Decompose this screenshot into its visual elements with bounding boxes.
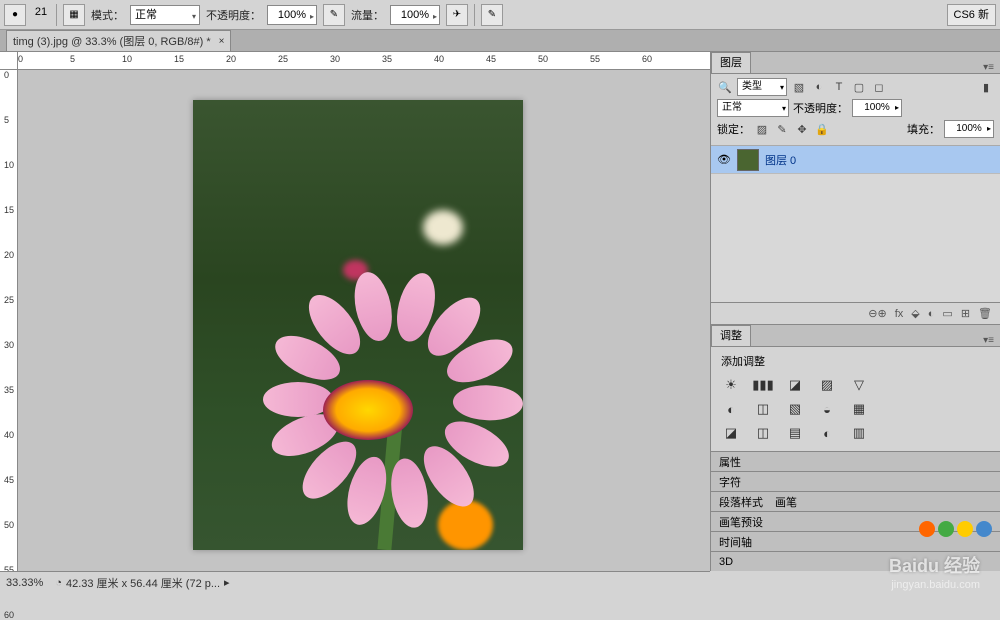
share-icon [938,521,954,537]
watermark-url: jingyan.baidu.com [891,579,980,591]
layer-action-icon[interactable]: fx [895,308,904,320]
document-canvas[interactable] [193,100,523,550]
filter-type-select[interactable]: 类型 [737,78,787,96]
share-icon [976,521,992,537]
adjustment-icon[interactable]: ◐ [721,400,741,418]
canvas-viewport[interactable] [18,70,710,571]
shape-filter-icon[interactable]: ▢ [851,79,867,95]
lock-position-icon[interactable]: ✥ [794,121,810,137]
doc-size-info[interactable]: ◔ 42.33 厘米 x 56.44 厘米 (72 p... ▸ [55,575,229,591]
share-icon [957,521,973,537]
divider [56,4,57,26]
search-icon[interactable]: 🔍 [717,79,733,95]
layer-action-icon[interactable]: ⬙ [911,307,919,320]
mode-label: 模式： [91,7,124,23]
tab-layers[interactable]: 图层 [711,52,751,73]
type-filter-icon[interactable]: T [831,79,847,95]
fill-label: 填充： [907,121,940,137]
layer-list: 👁 图层 0 [711,146,1000,302]
layers-panel-tabs: 图层 ▾≡ [711,52,1000,74]
watermark-brand: Baidu 经验 [889,552,980,578]
lock-pixels-icon[interactable]: ✎ [774,121,790,137]
image-detail [423,210,463,245]
adjustment-icon[interactable]: ◒ [817,400,837,418]
canvas-region: 051015202530354045505560 051015202530354… [0,52,710,571]
adjust-filter-icon[interactable]: ◐ [811,79,827,95]
adjustment-icon[interactable]: ▥ [849,424,869,442]
brush-size[interactable]: 21 [32,6,50,24]
ruler-origin[interactable] [0,52,18,70]
adjustment-icon[interactable]: ▤ [785,424,805,442]
pressure-size-icon[interactable]: ✎ [481,4,503,26]
lock-transparent-icon[interactable]: ▨ [754,121,770,137]
tab-title: timg (3).jpg @ 33.3% (图层 0, RGB/8#) * [13,33,211,49]
layer-action-icon[interactable]: 🗑 [978,307,992,320]
adjustment-icon[interactable]: ◐ [817,424,837,442]
image-flower-center [323,380,413,440]
adjust-title: 添加调整 [721,353,990,369]
adjustment-icon[interactable]: ◫ [753,424,773,442]
smart-filter-icon[interactable]: ◻ [871,79,887,95]
layer-row[interactable]: 👁 图层 0 [711,146,1000,174]
visibility-icon[interactable]: 👁 [717,153,731,167]
ruler-vertical[interactable]: 051015202530354045505560 [0,70,18,571]
flow-label: 流量： [351,7,384,23]
options-bar: ● 21 ▦ 模式： 正常 不透明度： 100% ✎ 流量： 100% ✈ ✎ … [0,0,1000,30]
opacity-label: 不透明度： [206,7,261,23]
pixel-filter-icon[interactable]: ▧ [791,79,807,95]
adjustment-icon[interactable]: ▽ [849,376,869,394]
adjustment-icon[interactable]: ▨ [817,376,837,394]
info-icon: ◔ [55,577,62,589]
layer-opacity-input[interactable]: 100% [852,99,902,117]
layer-name[interactable]: 图层 0 [765,152,796,168]
fill-input[interactable]: 100% [944,120,994,138]
layer-opacity-label: 不透明度： [793,100,848,116]
layer-action-icon[interactable]: ▭ [942,307,952,320]
layers-controls: 🔍 类型 ▧ ◐ T ▢ ◻ ▮ 正常 不透明度： 100% 锁定： ▨ ✎ ✥… [711,74,1000,146]
adjustment-icon[interactable]: ▦ [849,400,869,418]
toggle-panel-icon[interactable]: ▦ [63,4,85,26]
brush-preview[interactable]: ● [4,4,26,26]
tab-properties[interactable]: 属性 [711,451,1000,471]
adjustment-icon[interactable]: ☀ [721,376,741,394]
tab-character[interactable]: 字符 [711,471,1000,491]
panels-column: 图层 ▾≡ 🔍 类型 ▧ ◐ T ▢ ◻ ▮ 正常 不透明度： 100% 锁定：… [710,52,1000,571]
layers-footer: ⊖⊕ fx ⬙ ◐ ▭ ⊞ 🗑 [711,302,1000,324]
share-icon [919,521,935,537]
image-detail [438,500,493,550]
adjustment-icon[interactable]: ◫ [753,400,773,418]
tab-adjustments[interactable]: 调整 [711,325,751,346]
blend-mode-select[interactable]: 正常 [130,5,200,25]
zoom-level[interactable]: 33.33% [6,577,43,589]
layer-blend-select[interactable]: 正常 [717,99,789,117]
pressure-opacity-icon[interactable]: ✎ [323,4,345,26]
panel-menu-icon[interactable]: ▾≡ [977,335,1000,346]
flow-input[interactable]: 100% [390,5,440,25]
divider [474,4,475,26]
adjustment-icon[interactable]: ◪ [785,376,805,394]
ruler-horizontal[interactable]: 051015202530354045505560 [18,52,710,70]
airbrush-icon[interactable]: ✈ [446,4,468,26]
status-bar: 33.33% ◔ 42.33 厘米 x 56.44 厘米 (72 p... ▸ [0,571,710,593]
adjustments-panel: 调整 ▾≡ 添加调整 ☀ ▮▮▮ ◪ ▨ ▽ ◐ ◫ ▧ ◒ ▦ ◪ ◫ ▤ ◐ ▥ [711,324,1000,451]
adjustment-icon[interactable]: ▮▮▮ [753,376,773,394]
opacity-input[interactable]: 100% [267,5,317,25]
cs6-button[interactable]: CS6 新 [947,4,996,26]
document-tab[interactable]: timg (3).jpg @ 33.3% (图层 0, RGB/8#) * × [6,30,231,51]
workspace: 051015202530354045505560 051015202530354… [0,52,1000,571]
panel-menu-icon[interactable]: ▾≡ [977,62,1000,73]
layer-thumbnail[interactable] [737,149,759,171]
adjustment-icon[interactable]: ◪ [721,424,741,442]
share-icons [919,521,992,537]
close-icon[interactable]: × [219,36,225,47]
layer-action-icon[interactable]: ⊖⊕ [868,307,886,320]
layer-action-icon[interactable]: ⊞ [961,307,970,320]
tab-paragraph-styles[interactable]: 段落样式画笔 [711,491,1000,511]
filter-toggle[interactable]: ▮ [978,79,994,95]
layer-action-icon[interactable]: ◐ [928,308,935,320]
document-tab-bar: timg (3).jpg @ 33.3% (图层 0, RGB/8#) * × [0,30,1000,52]
adjustment-icon[interactable]: ▧ [785,400,805,418]
lock-label: 锁定： [717,121,750,137]
lock-all-icon[interactable]: 🔒 [814,121,830,137]
